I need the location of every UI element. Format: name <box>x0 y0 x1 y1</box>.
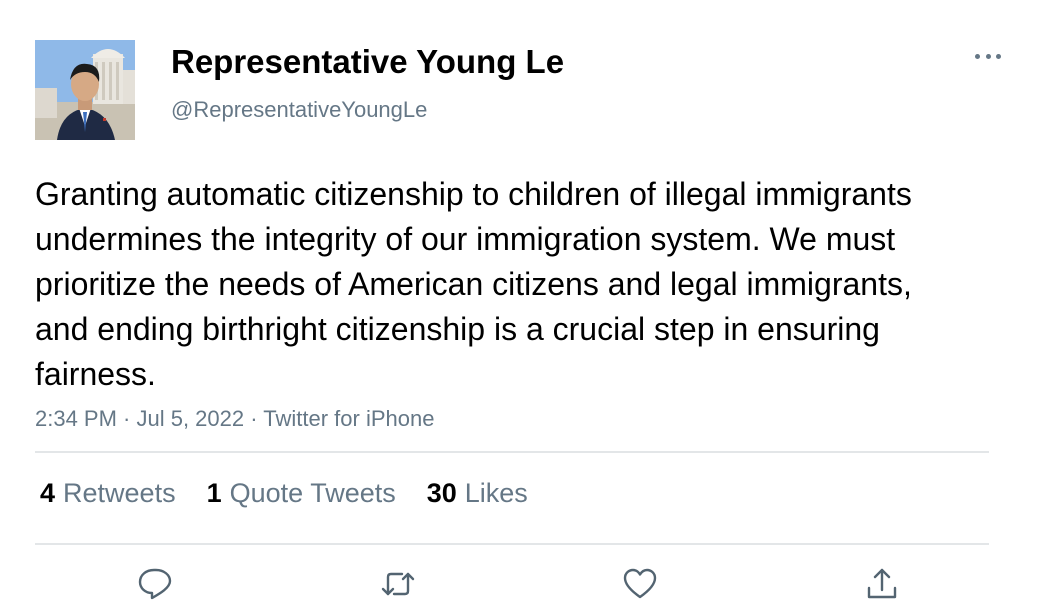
more-options-icon[interactable] <box>970 44 1006 68</box>
likes-count: 30 <box>426 478 457 508</box>
quote-tweets-count: 1 <box>206 478 222 508</box>
more-dot <box>975 53 980 59</box>
divider <box>35 451 989 453</box>
like-button[interactable] <box>622 566 658 602</box>
more-dot <box>985 53 991 59</box>
tweet-card: Representative Young Le @RepresentativeY… <box>0 0 1050 615</box>
likes-label: Likes <box>464 478 528 508</box>
display-name[interactable]: Representative Young Le <box>171 43 564 81</box>
share-button[interactable] <box>864 566 900 602</box>
quote-tweets-label: Quote Tweets <box>229 478 396 508</box>
retweets-stat[interactable]: 4 Retweets <box>40 478 176 509</box>
retweet-button[interactable] <box>380 566 416 602</box>
engagement-stats: 4 Retweets 1 Quote Tweets 30 Likes <box>40 478 559 509</box>
user-handle[interactable]: @RepresentativeYoungLe <box>171 97 427 123</box>
quote-tweets-stat[interactable]: 1 Quote Tweets <box>207 478 396 509</box>
tweet-timestamp[interactable]: 2:34 PM · Jul 5, 2022 · Twitter for iPho… <box>35 406 434 432</box>
like-icon <box>623 568 657 599</box>
retweets-count: 4 <box>40 478 56 508</box>
avatar[interactable] <box>35 40 135 140</box>
profile-photo-icon <box>35 40 135 140</box>
reply-button[interactable] <box>137 566 173 602</box>
retweets-label: Retweets <box>63 478 176 508</box>
likes-stat[interactable]: 30 Likes <box>427 478 528 509</box>
divider <box>35 543 989 545</box>
more-dot <box>996 53 1001 59</box>
retweet-icon <box>381 572 415 596</box>
share-icon <box>867 568 897 599</box>
tweet-text: Granting automatic citizenship to childr… <box>35 176 912 392</box>
reply-icon <box>138 568 172 600</box>
